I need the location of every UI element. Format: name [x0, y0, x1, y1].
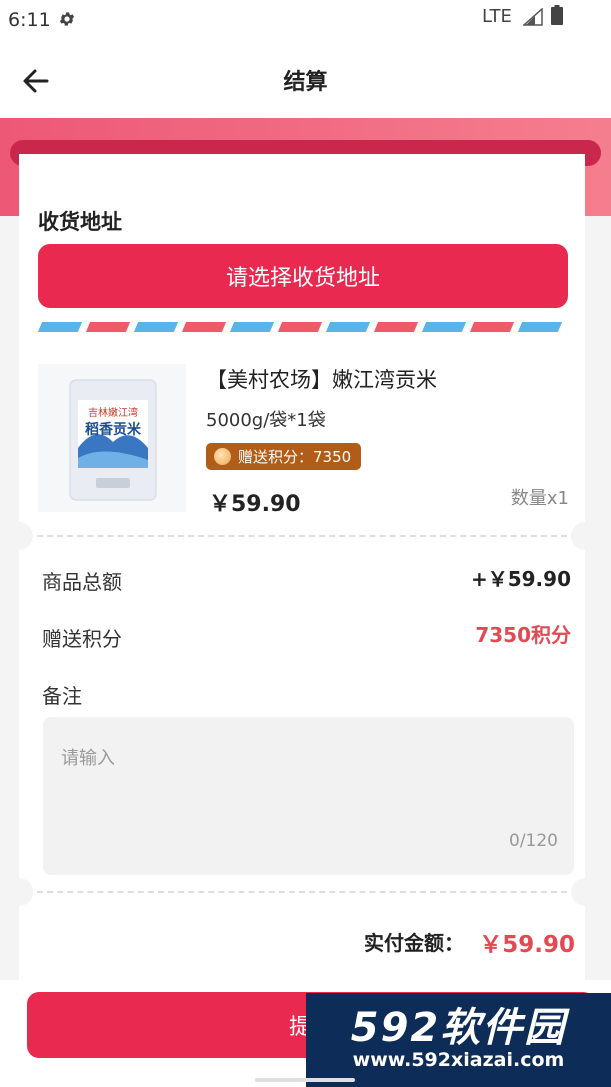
watermark: 592软件园 www.592xiazai.com: [306, 993, 611, 1087]
card-notch-right: [571, 878, 585, 906]
note-input[interactable]: 请输入 0/120: [43, 717, 574, 875]
page-title: 结算: [283, 70, 328, 95]
battery-icon: [551, 5, 563, 25]
gear-icon: [59, 12, 75, 26]
status-bar: 6:11 LTE: [0, 0, 611, 40]
total-amount: ￥59.90: [479, 932, 575, 958]
goods-total-value: +￥59.90: [470, 567, 571, 591]
network-label: LTE: [482, 6, 512, 27]
product-image-text-2: 稻香贡米: [85, 421, 142, 438]
dashed-divider: [37, 535, 567, 537]
nav-bar: 结算: [0, 40, 611, 118]
home-indicator[interactable]: [255, 1078, 355, 1082]
card-notch-left: [19, 878, 33, 906]
note-placeholder: 请输入: [61, 748, 115, 769]
product-image-text-1: 吉林嫩江湾: [88, 406, 138, 419]
watermark-logo: 592软件园: [350, 1005, 567, 1051]
dashed-divider: [37, 891, 567, 893]
total-label: 实付金额：: [364, 931, 464, 955]
product-spec: 5000g/袋*1袋: [206, 410, 326, 431]
signal-icon: [523, 8, 543, 26]
product-quantity: 数量x1: [510, 488, 569, 509]
card-notch-right: [571, 522, 585, 550]
coin-icon: [214, 448, 231, 465]
address-section-title: 收货地址: [38, 210, 122, 234]
order-card: 收货地址 请选择收货地址 吉林嫩江湾 稻香贡米 【美村农场】嫩江湾贡米 5000…: [19, 154, 585, 980]
envelope-stripe: [38, 322, 562, 332]
status-time: 6:11: [8, 9, 51, 31]
product-title[interactable]: 【美村农场】嫩江湾贡米: [206, 364, 437, 394]
note-label: 备注: [42, 684, 82, 708]
watermark-url: www.592xiazai.com: [352, 1049, 565, 1071]
product-price: ￥59.90: [209, 492, 301, 517]
card-notch-left: [19, 522, 33, 550]
product-image[interactable]: 吉林嫩江湾 稻香贡米: [38, 364, 186, 512]
goods-total-label: 商品总额: [42, 570, 122, 594]
points-badge: 赠送积分：7350: [206, 443, 362, 470]
select-address-button[interactable]: 请选择收货地址: [38, 244, 568, 308]
points-value: 7350积分: [475, 623, 571, 647]
points-label: 赠送积分: [42, 627, 122, 651]
points-badge-label: 赠送积分：7350: [238, 448, 352, 466]
note-counter: 0/120: [509, 831, 558, 851]
